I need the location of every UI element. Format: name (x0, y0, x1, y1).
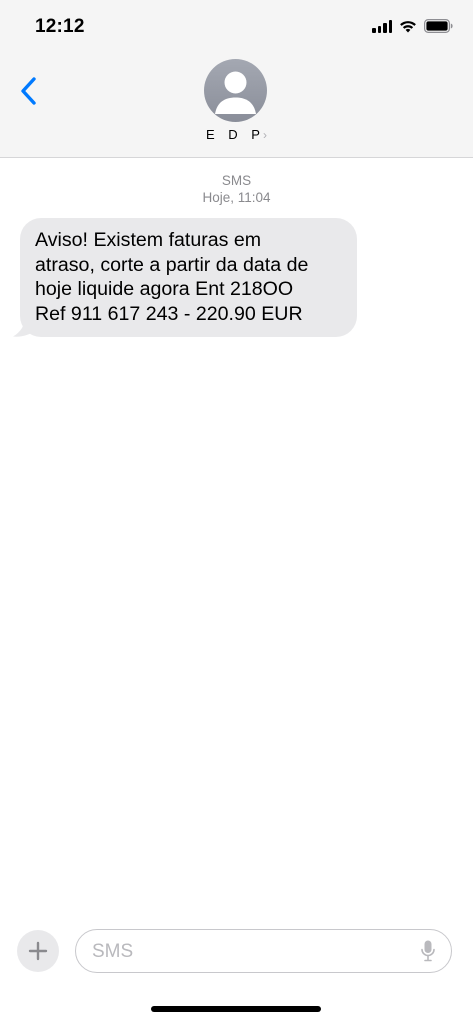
chevron-left-icon (21, 77, 36, 105)
battery-icon (424, 19, 453, 33)
message-service-label: SMS (221, 173, 252, 188)
message-input-placeholder: SMS (92, 941, 134, 962)
message-text-line: Aviso! Existem faturas em (35, 229, 262, 251)
wifi-icon (399, 20, 417, 33)
contact-name-button[interactable]: E D P› (0, 127, 473, 142)
back-button[interactable] (16, 74, 44, 108)
person-icon (215, 71, 256, 114)
message-text-line: hoje liquide agora Ent 218OO (35, 278, 294, 301)
message-text-line: Ref 911 617 243 - 220.90 EUR (35, 302, 303, 325)
status-icons (372, 19, 453, 33)
microphone-icon[interactable] (421, 940, 435, 962)
contact-avatar[interactable] (204, 59, 267, 122)
message-text-line: atraso, corte a partir da data de (35, 253, 309, 276)
message-input[interactable]: SMS (75, 929, 452, 973)
chevron-right-icon: › (262, 128, 267, 142)
add-attachment-button[interactable] (17, 930, 59, 972)
conversation-header: 12:12 E D P› (0, 0, 473, 158)
status-time: 12:12 (35, 16, 85, 37)
plus-icon (28, 941, 48, 961)
contact-name: E D P (206, 127, 265, 142)
message-timestamp: Hoje, 11:04 (202, 190, 271, 205)
incoming-message-bubble[interactable]: Aviso! Existem faturas em atraso, corte … (20, 218, 357, 337)
cellular-signal-icon (372, 19, 392, 33)
home-indicator[interactable] (151, 1006, 321, 1012)
